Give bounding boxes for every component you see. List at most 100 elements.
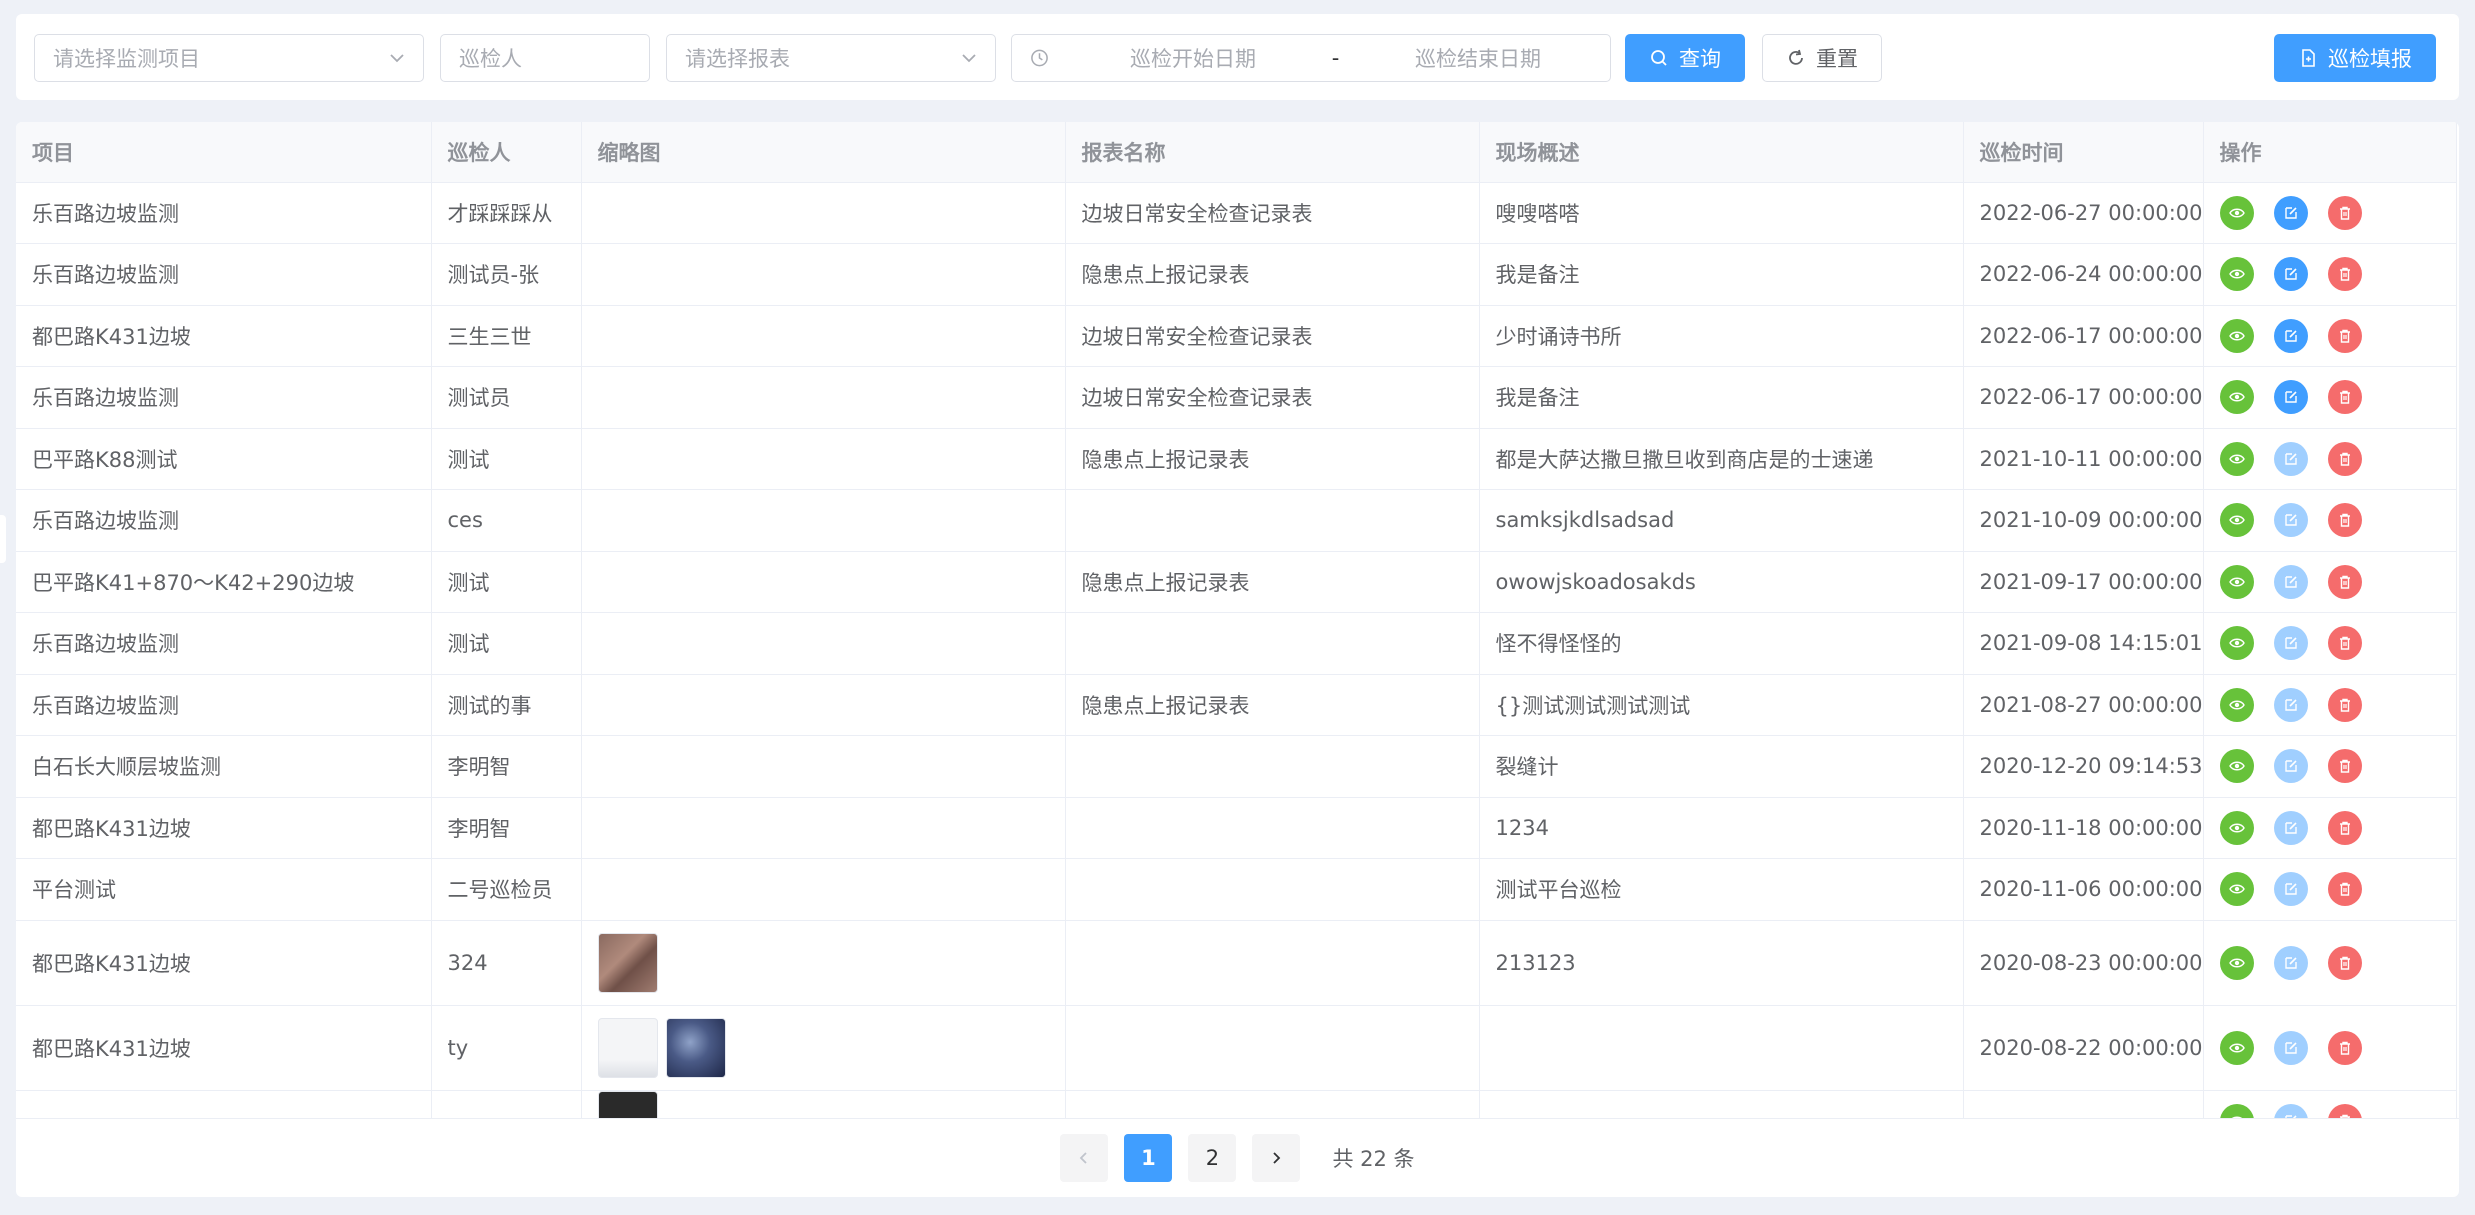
edit-button[interactable] xyxy=(2273,872,2308,907)
table-row[interactable]: 都巴路K431边坡 ty 2020-08-22 00:00:00 xyxy=(16,1005,2457,1091)
col-header-actions: 操作 xyxy=(2203,122,2457,183)
eye-icon xyxy=(2228,454,2245,464)
edit-button[interactable] xyxy=(2273,564,2308,599)
delete-button[interactable] xyxy=(2327,810,2362,845)
view-button[interactable] xyxy=(2219,503,2254,538)
view-button[interactable] xyxy=(2219,872,2254,907)
page-button-2[interactable]: 2 xyxy=(1188,1134,1237,1182)
inspector-input[interactable]: 巡检人 xyxy=(440,34,650,82)
thumbnail-image[interactable] xyxy=(597,1017,658,1078)
cell-summary xyxy=(1479,1090,1964,1118)
view-button[interactable] xyxy=(2219,564,2254,599)
next-page-button[interactable] xyxy=(1252,1134,1301,1182)
table-scroll-area[interactable]: 项目 巡检人 缩略图 报表名称 现场概述 巡检时间 操作 乐百路边坡监测 才踩踩… xyxy=(16,122,2459,1118)
page-button-1[interactable]: 1 xyxy=(1124,1134,1173,1182)
view-button[interactable] xyxy=(2219,257,2254,292)
view-button[interactable] xyxy=(2219,945,2254,980)
cell-summary: 213123 xyxy=(1479,920,1964,1006)
cell-summary xyxy=(1479,1005,1964,1091)
table-row[interactable]: 平台测试 二号巡检员 测试平台巡检 2020-11-06 00:00:00 xyxy=(16,858,2457,921)
view-button[interactable] xyxy=(2219,380,2254,415)
delete-button[interactable] xyxy=(2327,380,2362,415)
table-row[interactable]: 乐百路边坡监测 测试员 边坡日常安全检查记录表 我是备注 2022-06-17 … xyxy=(16,366,2457,429)
table-row[interactable]: 乐百路边坡监测 测试 怪不得怪怪的 2021-09-08 14:15:01 xyxy=(16,612,2457,675)
view-button[interactable] xyxy=(2219,441,2254,476)
edit-button[interactable] xyxy=(2273,503,2308,538)
edit-button[interactable] xyxy=(2273,749,2308,784)
edit-button[interactable] xyxy=(2273,945,2308,980)
table-row[interactable]: 巴平路K88测试 测试 隐患点上报记录表 都是大萨达撒旦撒旦收到商店是的士速递 … xyxy=(16,428,2457,490)
edit-button[interactable] xyxy=(2273,380,2308,415)
start-date-input[interactable]: 巡检开始日期 xyxy=(1079,43,1307,73)
trash-icon xyxy=(2339,391,2350,404)
table-row[interactable]: 乐百路边坡监测 测试员-张 隐患点上报记录表 我是备注 2022-06-24 0… xyxy=(16,243,2457,306)
cell-time: 2022-06-24 00:00:00 xyxy=(1963,243,2204,306)
delete-button[interactable] xyxy=(2327,687,2362,722)
view-button[interactable] xyxy=(2219,1103,2254,1118)
sidebar-toggle-tab[interactable] xyxy=(0,515,6,563)
report-select[interactable]: 请选择报表 xyxy=(666,34,996,82)
table-row[interactable]: 乐百路边坡监测 ces samksjkdlsadsad 2021-10-09 0… xyxy=(16,489,2457,552)
view-button[interactable] xyxy=(2219,687,2254,722)
edit-button[interactable] xyxy=(2273,687,2308,722)
query-button[interactable]: 查询 xyxy=(1625,34,1745,82)
cell-summary: 裂缝计 xyxy=(1479,735,1964,798)
table-row[interactable]: 都巴路K431边坡 三生三世 边坡日常安全检查记录表 少时诵诗书所 2022-0… xyxy=(16,305,2457,367)
eye-icon xyxy=(2228,823,2245,833)
edit-button[interactable] xyxy=(2273,257,2308,292)
table-row[interactable]: 乐百路边坡监测 才踩踩踩从 边坡日常安全检查记录表 嗖嗖嗒嗒 2022-06-2… xyxy=(16,182,2457,244)
table-header-row: 项目 巡检人 缩略图 报表名称 现场概述 巡检时间 操作 xyxy=(16,122,2457,183)
table-row[interactable] xyxy=(16,1090,2457,1118)
thumbnail-image[interactable] xyxy=(597,1090,658,1118)
view-button[interactable] xyxy=(2219,810,2254,845)
view-button[interactable] xyxy=(2219,195,2254,230)
chevron-right-icon xyxy=(1273,1152,1281,1164)
delete-button[interactable] xyxy=(2327,626,2362,661)
delete-button[interactable] xyxy=(2327,564,2362,599)
trash-icon xyxy=(2339,883,2350,896)
cell-project: 平台测试 xyxy=(16,858,432,921)
view-button[interactable] xyxy=(2219,749,2254,784)
delete-button[interactable] xyxy=(2327,195,2362,230)
delete-button[interactable] xyxy=(2327,749,2362,784)
cell-actions xyxy=(2203,920,2457,1006)
reset-button[interactable]: 重置 xyxy=(1762,34,1882,82)
edit-button[interactable] xyxy=(2273,195,2308,230)
delete-button[interactable] xyxy=(2327,318,2362,353)
edit-button[interactable] xyxy=(2273,1030,2308,1065)
edit-button[interactable] xyxy=(2273,810,2308,845)
project-select[interactable]: 请选择监测项目 xyxy=(34,34,424,82)
delete-button[interactable] xyxy=(2327,1030,2362,1065)
table-row[interactable]: 巴平路K41+870～K42+290边坡 测试 隐患点上报记录表 owowjsk… xyxy=(16,551,2457,613)
delete-button[interactable] xyxy=(2327,441,2362,476)
table-row[interactable]: 都巴路K431边坡 李明智 1234 2020-11-18 00:00:00 xyxy=(16,797,2457,859)
chevron-left-icon xyxy=(1080,1152,1088,1164)
delete-button[interactable] xyxy=(2327,945,2362,980)
cell-report: 边坡日常安全检查记录表 xyxy=(1065,182,1480,244)
prev-page-button[interactable] xyxy=(1060,1134,1109,1182)
edit-button[interactable] xyxy=(2273,441,2308,476)
view-button[interactable] xyxy=(2219,318,2254,353)
date-range-picker[interactable]: 巡检开始日期 - 巡检结束日期 xyxy=(1011,34,1611,82)
table-row[interactable]: 乐百路边坡监测 测试的事 隐患点上报记录表 {}测试测试测试测试 2021-08… xyxy=(16,674,2457,736)
table-row[interactable]: 都巴路K431边坡 324 213123 2020-08-23 00:00:00 xyxy=(16,920,2457,1006)
thumbnail-image[interactable] xyxy=(665,1017,726,1078)
delete-button[interactable] xyxy=(2327,872,2362,907)
date-separator: - xyxy=(1331,46,1340,70)
delete-button[interactable] xyxy=(2327,1103,2362,1118)
edit-button[interactable] xyxy=(2273,318,2308,353)
view-button[interactable] xyxy=(2219,1030,2254,1065)
edit-button[interactable] xyxy=(2273,626,2308,661)
thumbnail-image[interactable] xyxy=(597,932,658,993)
delete-button[interactable] xyxy=(2327,503,2362,538)
inspection-fill-button[interactable]: 巡检填报 xyxy=(2274,34,2436,82)
view-button[interactable] xyxy=(2219,626,2254,661)
delete-button[interactable] xyxy=(2327,257,2362,292)
inspection-fill-label: 巡检填报 xyxy=(2328,47,2412,71)
cell-project: 乐百路边坡监测 xyxy=(16,489,432,552)
cell-actions xyxy=(2203,366,2457,429)
table-row[interactable]: 白石长大顺层坡监测 李明智 裂缝计 2020-12-20 09:14:53 xyxy=(16,735,2457,798)
end-date-input[interactable]: 巡检结束日期 xyxy=(1364,43,1592,73)
edit-button[interactable] xyxy=(2273,1103,2308,1118)
cell-time: 2020-11-06 00:00:00 xyxy=(1963,858,2204,921)
